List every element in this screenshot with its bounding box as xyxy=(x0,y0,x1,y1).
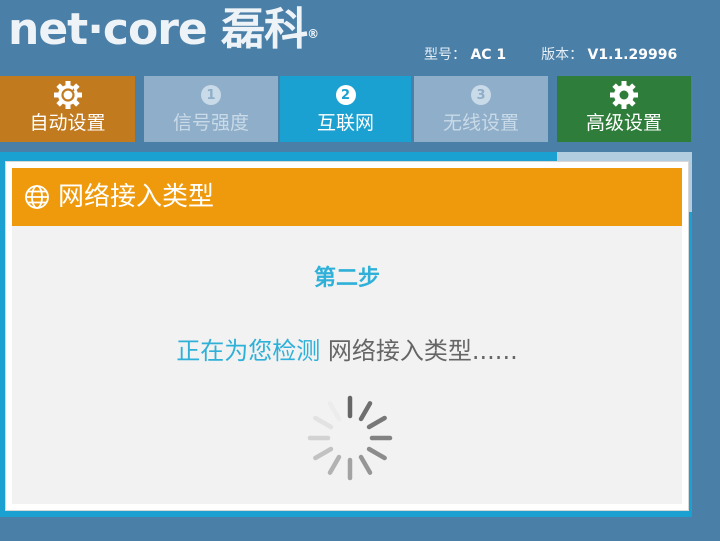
model-info: 型号： AC 1 版本： V1.1.29996 xyxy=(424,44,677,64)
tab-internet[interactable]: 2 互联网 xyxy=(280,76,411,142)
loading-spinner-icon xyxy=(307,395,393,481)
gear-icon xyxy=(557,80,691,110)
detecting-prefix: 正在为您检测 xyxy=(176,337,321,365)
tab-auto-setup-label: 自动设置 xyxy=(29,112,106,134)
dialog-header: 网络接入类型 xyxy=(12,168,682,226)
header: net·core 磊科® 型号： AC 1 版本： V1.1.29996 xyxy=(0,0,720,75)
tab-wireless-setup[interactable]: 3 无线设置 xyxy=(414,76,548,142)
detecting-text: 网络接入类型...... xyxy=(320,337,518,365)
tab-signal-strength[interactable]: 1 信号强度 xyxy=(144,76,278,142)
tab-advanced-setup[interactable]: 高级设置 xyxy=(557,76,691,142)
tab-advanced-setup-label: 高级设置 xyxy=(585,112,662,134)
step-1-badge: 1 xyxy=(201,85,221,105)
step-3-badge: 3 xyxy=(471,85,491,105)
detecting-message: 正在为您检测 网络接入类型...... xyxy=(12,331,682,366)
version-value: V1.1.29996 xyxy=(587,47,678,63)
main-nav: 自动设置 1 信号强度 2 互联网 3 无线设置 高级设置 xyxy=(0,76,720,142)
model-label: 型号： xyxy=(424,47,466,63)
gear-refresh-icon xyxy=(0,80,135,110)
step-2-badge: 2 xyxy=(335,85,356,105)
model-value: AC 1 xyxy=(470,47,507,63)
globe-icon xyxy=(24,184,50,210)
version-label: 版本： xyxy=(541,47,584,63)
tab-wireless-setup-label: 无线设置 xyxy=(442,112,519,134)
tab-signal-strength-label: 信号强度 xyxy=(172,112,249,134)
step-indicator: 第二步 xyxy=(313,266,380,291)
tab-auto-setup[interactable]: 自动设置 xyxy=(0,76,135,142)
logo-text: net·core 磊科 xyxy=(8,4,308,55)
registered-mark: ® xyxy=(307,27,319,41)
netcore-logo: net·core 磊科® xyxy=(8,0,319,60)
access-type-dialog: 网络接入类型 第二步 正在为您检测 网络接入类型...... xyxy=(6,162,688,510)
tab-internet-label: 互联网 xyxy=(316,112,374,134)
dialog-title: 网络接入类型 xyxy=(58,182,215,212)
